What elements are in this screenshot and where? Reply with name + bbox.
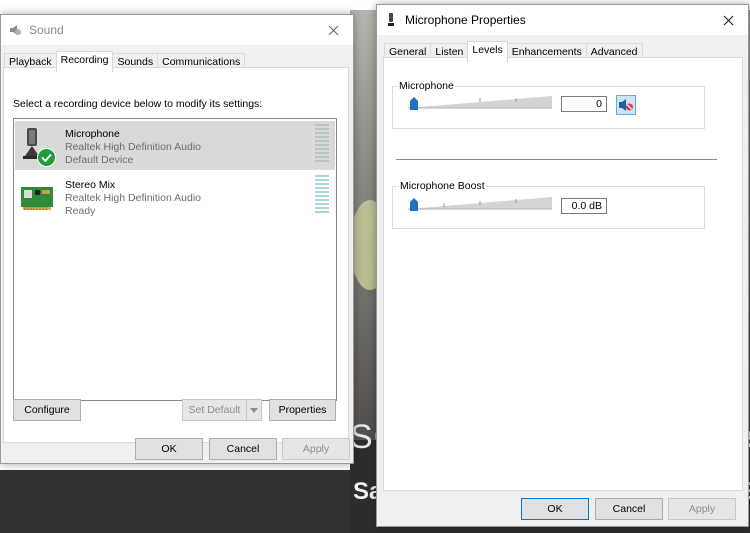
boost-slider[interactable] [408,197,552,211]
sound-title: Sound [29,23,64,37]
sound-window: Sound Playback Recording Sounds Communic… [0,14,354,464]
boost-level-input[interactable]: 0.0 dB [561,198,607,214]
group-divider [396,159,717,160]
device-driver: Realtek High Definition Audio [65,141,201,153]
list-item-stereo-mix[interactable]: Stereo Mix Realtek High Definition Audio… [15,172,335,221]
level-meter [315,175,329,215]
microphone-slider-thumb[interactable] [410,97,418,110]
chevron-down-icon [250,407,258,413]
apply-button[interactable]: Apply [668,498,736,520]
list-item-microphone[interactable]: Microphone Realtek High Definition Audio… [15,121,335,170]
device-list[interactable]: Microphone Realtek High Definition Audio… [13,118,337,401]
sound-close-button[interactable] [313,15,353,45]
tab-recording[interactable]: Recording [55,51,114,72]
configure-button[interactable]: Configure [13,399,81,421]
set-default-dropdown[interactable] [246,399,262,421]
tab-levels[interactable]: Levels [467,41,508,62]
properties-titlebar[interactable]: Microphone Properties [377,5,748,35]
sound-card-icon [19,177,57,217]
microphone-slider[interactable] [408,96,552,110]
mute-button[interactable] [616,95,636,115]
check-icon [37,148,56,167]
boost-level-label: Microphone Boost [399,180,486,192]
set-default-button[interactable]: Set Default [182,399,247,421]
sound-titlebar[interactable]: Sound [1,15,353,45]
device-driver: Realtek High Definition Audio [65,192,201,204]
close-icon [723,15,733,25]
device-name: Stereo Mix [65,179,116,191]
microphone-properties-window: Microphone Properties General Listen Lev… [376,4,749,527]
properties-button[interactable]: Properties [269,399,336,421]
properties-close-button[interactable] [708,5,748,35]
instruction-text: Select a recording device below to modif… [13,98,263,110]
speaker-muted-icon [619,99,633,111]
level-meter [315,124,329,164]
microphone-level-input[interactable]: 0 [561,96,607,112]
ok-button[interactable]: OK [135,438,203,460]
cancel-button[interactable]: Cancel [595,498,663,520]
properties-title: Microphone Properties [405,13,526,27]
boost-slider-thumb[interactable] [410,198,418,211]
microphone-level-label: Microphone [398,80,455,92]
cancel-button[interactable]: Cancel [209,438,277,460]
speaker-icon [7,22,23,38]
microphone-icon [383,12,399,28]
levels-panel: Microphone 0 Microphone Boost 0.0 dB [383,57,743,491]
device-status: Ready [65,205,96,217]
apply-button[interactable]: Apply [282,438,350,460]
device-name: Microphone [65,128,120,140]
close-icon [328,25,338,35]
device-status: Default Device [65,154,134,166]
ok-button[interactable]: OK [521,498,589,520]
wallpaper-dark-strip [0,470,350,533]
